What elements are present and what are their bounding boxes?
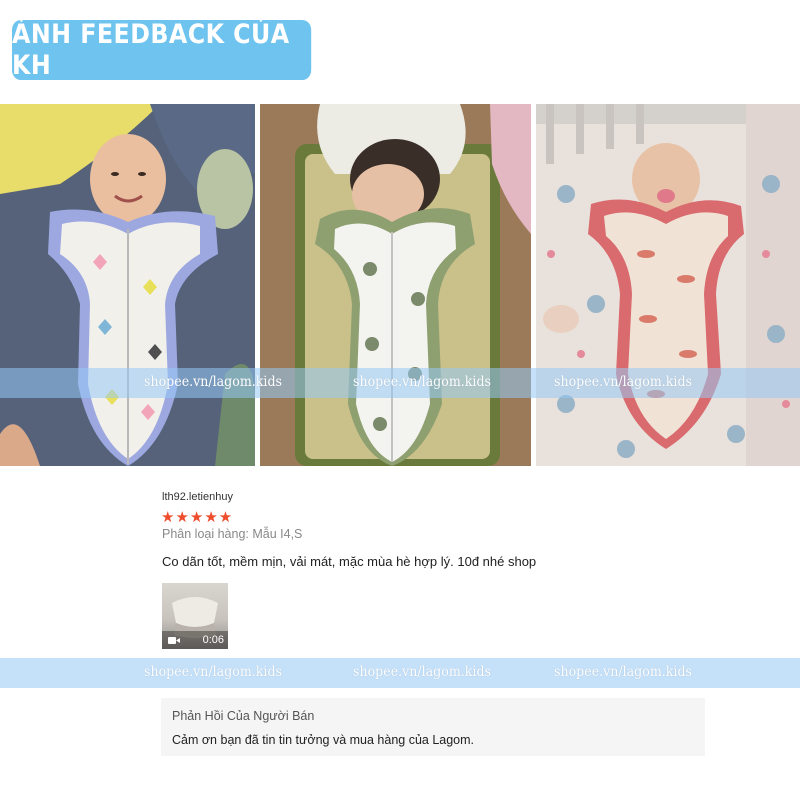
baby-photo-kite-swaddle (0, 104, 255, 466)
watermark-text: shopee.vn/lagom.kids (554, 374, 692, 390)
review-comment: Co dãn tốt, mềm mịn, vải mát, mặc mùa hè… (162, 554, 537, 569)
customer-photo-3 (536, 104, 800, 466)
product-variant: Phân loại hàng: Mẫu I4,S (162, 527, 303, 541)
seller-reply-text: Cảm ơn bạn đã tin tin tưởng và mua hàng … (172, 733, 475, 747)
watermark-text: shopee.vn/lagom.kids (353, 374, 491, 390)
watermark-text: shopee.vn/lagom.kids (554, 664, 692, 680)
video-info-bar: 0:06 (162, 631, 228, 649)
watermark-text: shopee.vn/lagom.kids (353, 664, 491, 680)
baby-photo-pink-swaddle (536, 104, 800, 466)
seller-reply-box: Phản Hồi Của Người Bán Cảm ơn bạn đã tin… (161, 698, 705, 756)
reviewer-username[interactable]: lth92.letienhuy (162, 491, 233, 503)
watermark-band: shopee.vn/lagom.kids shopee.vn/lagom.kid… (0, 658, 800, 688)
watermark-text: shopee.vn/lagom.kids (144, 374, 282, 390)
video-duration: 0:06 (202, 634, 224, 646)
video-camera-icon (168, 637, 180, 644)
rating-stars: ★★★★★ (161, 509, 234, 526)
watermark-band: shopee.vn/lagom.kids shopee.vn/lagom.kid… (0, 368, 800, 398)
seller-reply-title: Phản Hồi Của Người Bán (172, 709, 315, 723)
page-title: ẢNH FEEDBACK CỦA KH (12, 19, 290, 81)
feedback-title-badge: ẢNH FEEDBACK CỦA KH (12, 19, 312, 81)
review-video-thumbnail[interactable]: 0:06 (162, 583, 228, 649)
watermark-text: shopee.vn/lagom.kids (144, 664, 282, 680)
customer-photo-2 (260, 104, 531, 466)
customer-photo-1 (0, 104, 255, 466)
baby-photo-green-swaddle (260, 104, 531, 466)
